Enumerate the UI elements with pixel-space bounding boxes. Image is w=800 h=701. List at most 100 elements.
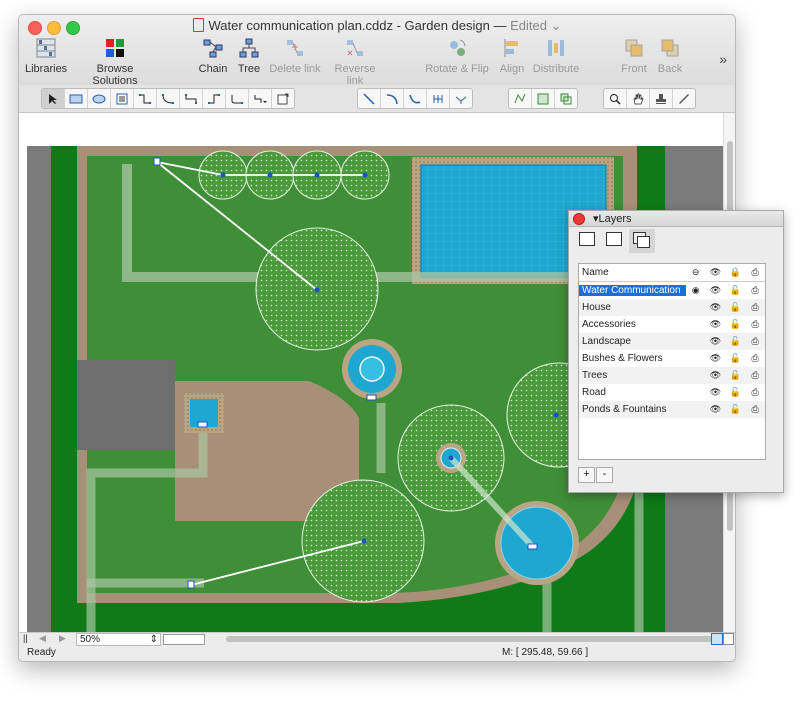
polyline-tool[interactable] <box>427 89 450 108</box>
layer-row[interactable]: Ponds & Fountains 👁 🔓 ⎙ <box>579 401 765 418</box>
layer-name: Trees <box>582 370 608 381</box>
lock-icon[interactable]: 🔓 <box>725 336 745 347</box>
libraries-icon <box>35 37 57 59</box>
page-thumbnails[interactable] <box>163 634 205 645</box>
drawing-tools-group <box>41 88 295 109</box>
print-icon[interactable]: ⎙ <box>745 353 765 364</box>
zoom-select[interactable]: 50% ⇕ <box>76 633 161 646</box>
round-connector-tool[interactable] <box>226 89 249 108</box>
chain-button[interactable]: Chain <box>197 37 229 75</box>
insert-object-tool[interactable] <box>272 89 294 108</box>
distribute-button[interactable]: Distribute <box>531 37 581 75</box>
zoom-tool[interactable] <box>604 89 627 108</box>
print-icon[interactable]: ⎙ <box>745 319 765 330</box>
browse-solutions-button[interactable]: Browse Solutions <box>73 37 157 87</box>
print-icon[interactable]: ⎙ <box>745 336 765 347</box>
remove-layer-button[interactable]: - <box>596 467 613 483</box>
polyline-icon <box>433 94 443 103</box>
print-icon[interactable]: ⎙ <box>745 404 765 415</box>
lock-icon[interactable]: 🔓 <box>725 404 745 415</box>
front-button[interactable]: Front <box>619 37 649 75</box>
layer-row[interactable]: Accessories 👁 🔓 ⎙ <box>579 316 765 333</box>
current-layer-toggle[interactable]: ◉ <box>686 285 706 296</box>
driveway <box>77 360 175 450</box>
layer-row[interactable]: House 👁 🔓 ⎙ <box>579 299 765 316</box>
eye-icon[interactable]: 👁 <box>706 387 726 398</box>
eye-icon[interactable]: 👁 <box>706 336 726 347</box>
eye-icon[interactable]: 👁 <box>706 404 726 415</box>
eye-icon[interactable]: 👁 <box>706 353 726 364</box>
text-tool[interactable] <box>111 89 134 108</box>
connection-node <box>220 172 226 178</box>
pause-icon[interactable]: || <box>23 633 28 643</box>
curved-connector-tool[interactable] <box>157 89 180 108</box>
smart-connector-tool[interactable] <box>180 89 203 108</box>
line-icon <box>363 92 375 105</box>
lock-icon[interactable]: 🔓 <box>725 302 745 313</box>
eye-icon[interactable]: 👁 <box>706 285 726 296</box>
print-icon[interactable]: ⎙ <box>745 302 765 313</box>
layers-select-icon[interactable] <box>606 232 622 246</box>
toolbar-overflow-button[interactable]: » <box>719 51 727 67</box>
align-button[interactable]: Align <box>497 37 527 75</box>
layer-row[interactable]: Landscape 👁 🔓 ⎙ <box>579 333 765 350</box>
chevron-up-down-icon: ⇕ <box>149 634 158 645</box>
pan-tool[interactable] <box>627 89 650 108</box>
print-icon[interactable]: ⎙ <box>745 370 765 381</box>
eyedropper-tool[interactable] <box>673 89 695 108</box>
layer-row[interactable]: Water Communication ◉ 👁 🔓 ⎙ <box>579 282 765 299</box>
delete-link-button[interactable]: Delete link <box>269 37 321 75</box>
line-tool[interactable] <box>358 89 381 108</box>
print-icon[interactable]: ⎙ <box>745 285 765 296</box>
layer-name: Accessories <box>582 319 636 330</box>
bezier-tool[interactable] <box>404 89 427 108</box>
path-tool[interactable] <box>509 89 532 108</box>
horizontal-scroll-thumb[interactable] <box>226 636 714 642</box>
eye-icon[interactable]: 👁 <box>706 319 726 330</box>
lock-icon[interactable]: 🔓 <box>725 285 745 296</box>
layer-row[interactable]: Trees 👁 🔓 ⎙ <box>579 367 765 384</box>
eye-icon[interactable]: 👁 <box>706 370 726 381</box>
lock-icon[interactable]: 🔓 <box>725 370 745 381</box>
shape-tool[interactable] <box>532 89 555 108</box>
arc-connector-tool[interactable] <box>203 89 226 108</box>
arc-tool[interactable] <box>381 89 404 108</box>
tree-icon <box>238 37 260 59</box>
lock-icon[interactable]: 🔓 <box>725 353 745 364</box>
close-icon[interactable] <box>573 213 585 225</box>
layer-row[interactable]: Bushes & Flowers 👁 🔓 ⎙ <box>579 350 765 367</box>
connection-node <box>361 538 367 544</box>
page-prev-icon[interactable]: ◀ <box>39 633 46 644</box>
connector-style-dropdown[interactable] <box>249 89 272 108</box>
arc-connector-icon <box>208 93 220 104</box>
libraries-button[interactable]: Libraries <box>25 37 67 75</box>
add-layer-button[interactable]: + <box>578 467 595 483</box>
back-button[interactable]: Back <box>655 37 685 75</box>
ellipse-tool[interactable] <box>88 89 111 108</box>
print-icon[interactable]: ⎙ <box>745 387 765 398</box>
reverse-link-button[interactable]: Reverse link <box>325 37 385 87</box>
layers-list-icon[interactable] <box>579 232 595 246</box>
freehand-tool[interactable] <box>450 89 472 108</box>
magnifier-icon <box>610 93 621 105</box>
tree-button[interactable]: Tree <box>234 37 264 75</box>
window-title: Water communication plan.cddz - Garden d… <box>19 18 735 34</box>
status-bar: Ready M: [ 295.48, 59.66 ] <box>19 646 735 661</box>
lock-icon[interactable]: 🔓 <box>725 387 745 398</box>
edited-menu[interactable]: Edited ⌄ <box>510 18 561 33</box>
lock-icon[interactable]: 🔓 <box>725 319 745 330</box>
layers-stack-tab[interactable] <box>629 229 655 253</box>
rotate-flip-button[interactable]: Rotate & Flip <box>425 37 489 75</box>
pointer-tool[interactable] <box>42 89 65 108</box>
stamp-tool[interactable] <box>650 89 673 108</box>
eye-icon[interactable]: 👁 <box>706 302 726 313</box>
layer-row[interactable]: Road 👁 🔓 ⎙ <box>579 384 765 401</box>
layers-panel: ▾Layers Name ⊖ 👁 🔒 ⎙ Water Communication… <box>568 210 784 493</box>
fit-page-icon[interactable] <box>711 633 723 645</box>
zoom-actual-icon[interactable] <box>723 633 734 645</box>
connector-tool[interactable] <box>134 89 157 108</box>
visible-column-icon: 👁 <box>709 267 722 277</box>
combine-tool[interactable] <box>555 89 577 108</box>
page-next-icon[interactable]: ▶ <box>59 633 66 644</box>
rectangle-tool[interactable] <box>65 89 88 108</box>
